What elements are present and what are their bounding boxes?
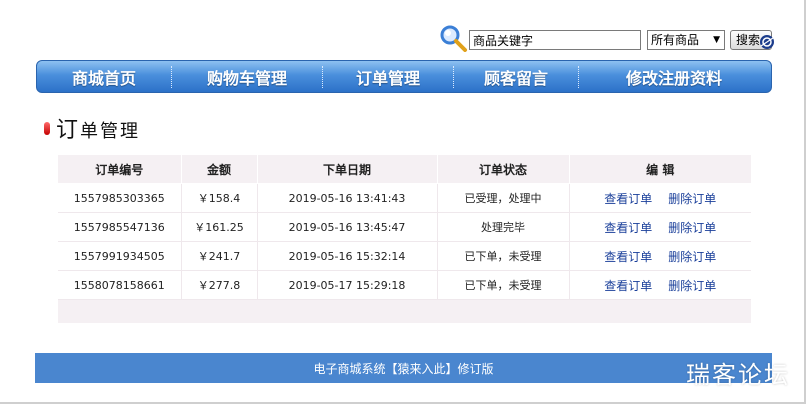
order-actions: 查看订单 删除订单 xyxy=(569,270,751,300)
order-id: 1557985303365 xyxy=(58,183,182,213)
order-date: 2019-05-16 13:41:43 xyxy=(257,183,438,213)
page-title-text: 订单管理 xyxy=(56,112,140,144)
nav-item-cart[interactable]: 购物车管理 xyxy=(172,61,322,92)
view-order-link[interactable]: 查看订单 xyxy=(604,192,652,206)
col-header-status: 订单状态 xyxy=(437,155,570,184)
order-date: 2019-05-17 15:29:18 xyxy=(257,270,438,300)
table-row: 1557985303365 ￥158.4 2019-05-16 13:41:43… xyxy=(58,183,751,213)
order-date: 2019-05-16 15:32:14 xyxy=(257,241,438,271)
page-title: 订单管理 xyxy=(44,112,140,144)
search-input[interactable] xyxy=(469,30,641,50)
nav-item-messages[interactable]: 顾客留言 xyxy=(454,61,578,92)
order-amount: ￥277.8 xyxy=(181,270,258,300)
red-pill-icon xyxy=(44,121,50,135)
watermark: 瑞客论坛 xyxy=(686,361,790,389)
search-button-label: 搜索 xyxy=(736,33,761,47)
order-actions: 查看订单 删除订单 xyxy=(569,183,751,213)
view-order-link[interactable]: 查看订单 xyxy=(604,250,652,264)
category-select[interactable]: 所有商品 ▼ xyxy=(647,30,725,50)
order-amount: ￥241.7 xyxy=(181,241,258,271)
order-id: 1558078158661 xyxy=(58,270,182,300)
order-amount: ￥161.25 xyxy=(181,212,258,242)
col-header-id: 订单编号 xyxy=(58,155,182,184)
page-title-first-char: 订 xyxy=(56,118,81,143)
table-footer-cell xyxy=(58,299,751,323)
order-id: 1557991934505 xyxy=(58,241,182,271)
order-date: 2019-05-16 13:45:47 xyxy=(257,212,438,242)
delete-order-link[interactable]: 删除订单 xyxy=(668,221,716,235)
orders-table: 订单编号 金额 下单日期 订单状态 编 辑 1557985303365 ￥158… xyxy=(58,155,751,323)
order-id: 1557985547136 xyxy=(58,212,182,242)
main-nav: 商城首页 购物车管理 订单管理 顾客留言 修改注册资料 xyxy=(36,60,772,93)
delete-order-link[interactable]: 删除订单 xyxy=(668,250,716,264)
col-header-date: 下单日期 xyxy=(257,155,438,184)
nav-item-orders[interactable]: 订单管理 xyxy=(323,61,453,92)
col-header-edit: 编 辑 xyxy=(569,155,751,184)
table-row: 1558078158661 ￥277.8 2019-05-17 15:29:18… xyxy=(58,270,751,300)
search-button[interactable]: 搜索 xyxy=(730,30,774,50)
order-status: 已受理，处理中 xyxy=(437,183,570,213)
footer-text: 电子商城系统【猿来入此】修订版 xyxy=(313,361,494,376)
view-order-link[interactable]: 查看订单 xyxy=(604,279,652,293)
nav-item-profile[interactable]: 修改注册资料 xyxy=(579,61,769,92)
delete-order-link[interactable]: 删除订单 xyxy=(668,192,716,206)
order-status: 已下单，未受理 xyxy=(437,270,570,300)
order-status: 处理完毕 xyxy=(437,212,570,242)
table-footer-filler xyxy=(58,299,751,323)
order-status: 已下单，未受理 xyxy=(437,241,570,271)
table-row: 1557991934505 ￥241.7 2019-05-16 15:32:14… xyxy=(58,241,751,271)
order-actions: 查看订单 删除订单 xyxy=(569,241,751,271)
page-footer: 电子商城系统【猿来入此】修订版 xyxy=(35,353,772,383)
category-select-value: 所有商品 xyxy=(651,33,700,47)
view-order-link[interactable]: 查看订单 xyxy=(604,221,652,235)
nav-item-home[interactable]: 商城首页 xyxy=(37,61,171,92)
table-row: 1557985547136 ￥161.25 2019-05-16 13:45:4… xyxy=(58,212,751,242)
search-badge-icon xyxy=(760,35,774,49)
col-header-amount: 金额 xyxy=(181,155,258,184)
table-header-row: 订单编号 金额 下单日期 订单状态 编 辑 xyxy=(58,155,751,184)
order-amount: ￥158.4 xyxy=(181,183,258,213)
magnifier-icon xyxy=(440,25,467,52)
triangle-down-icon: ▼ xyxy=(713,35,720,45)
order-actions: 查看订单 删除订单 xyxy=(569,212,751,242)
page-title-rest: 单管理 xyxy=(80,121,141,142)
delete-order-link[interactable]: 删除订单 xyxy=(668,279,716,293)
